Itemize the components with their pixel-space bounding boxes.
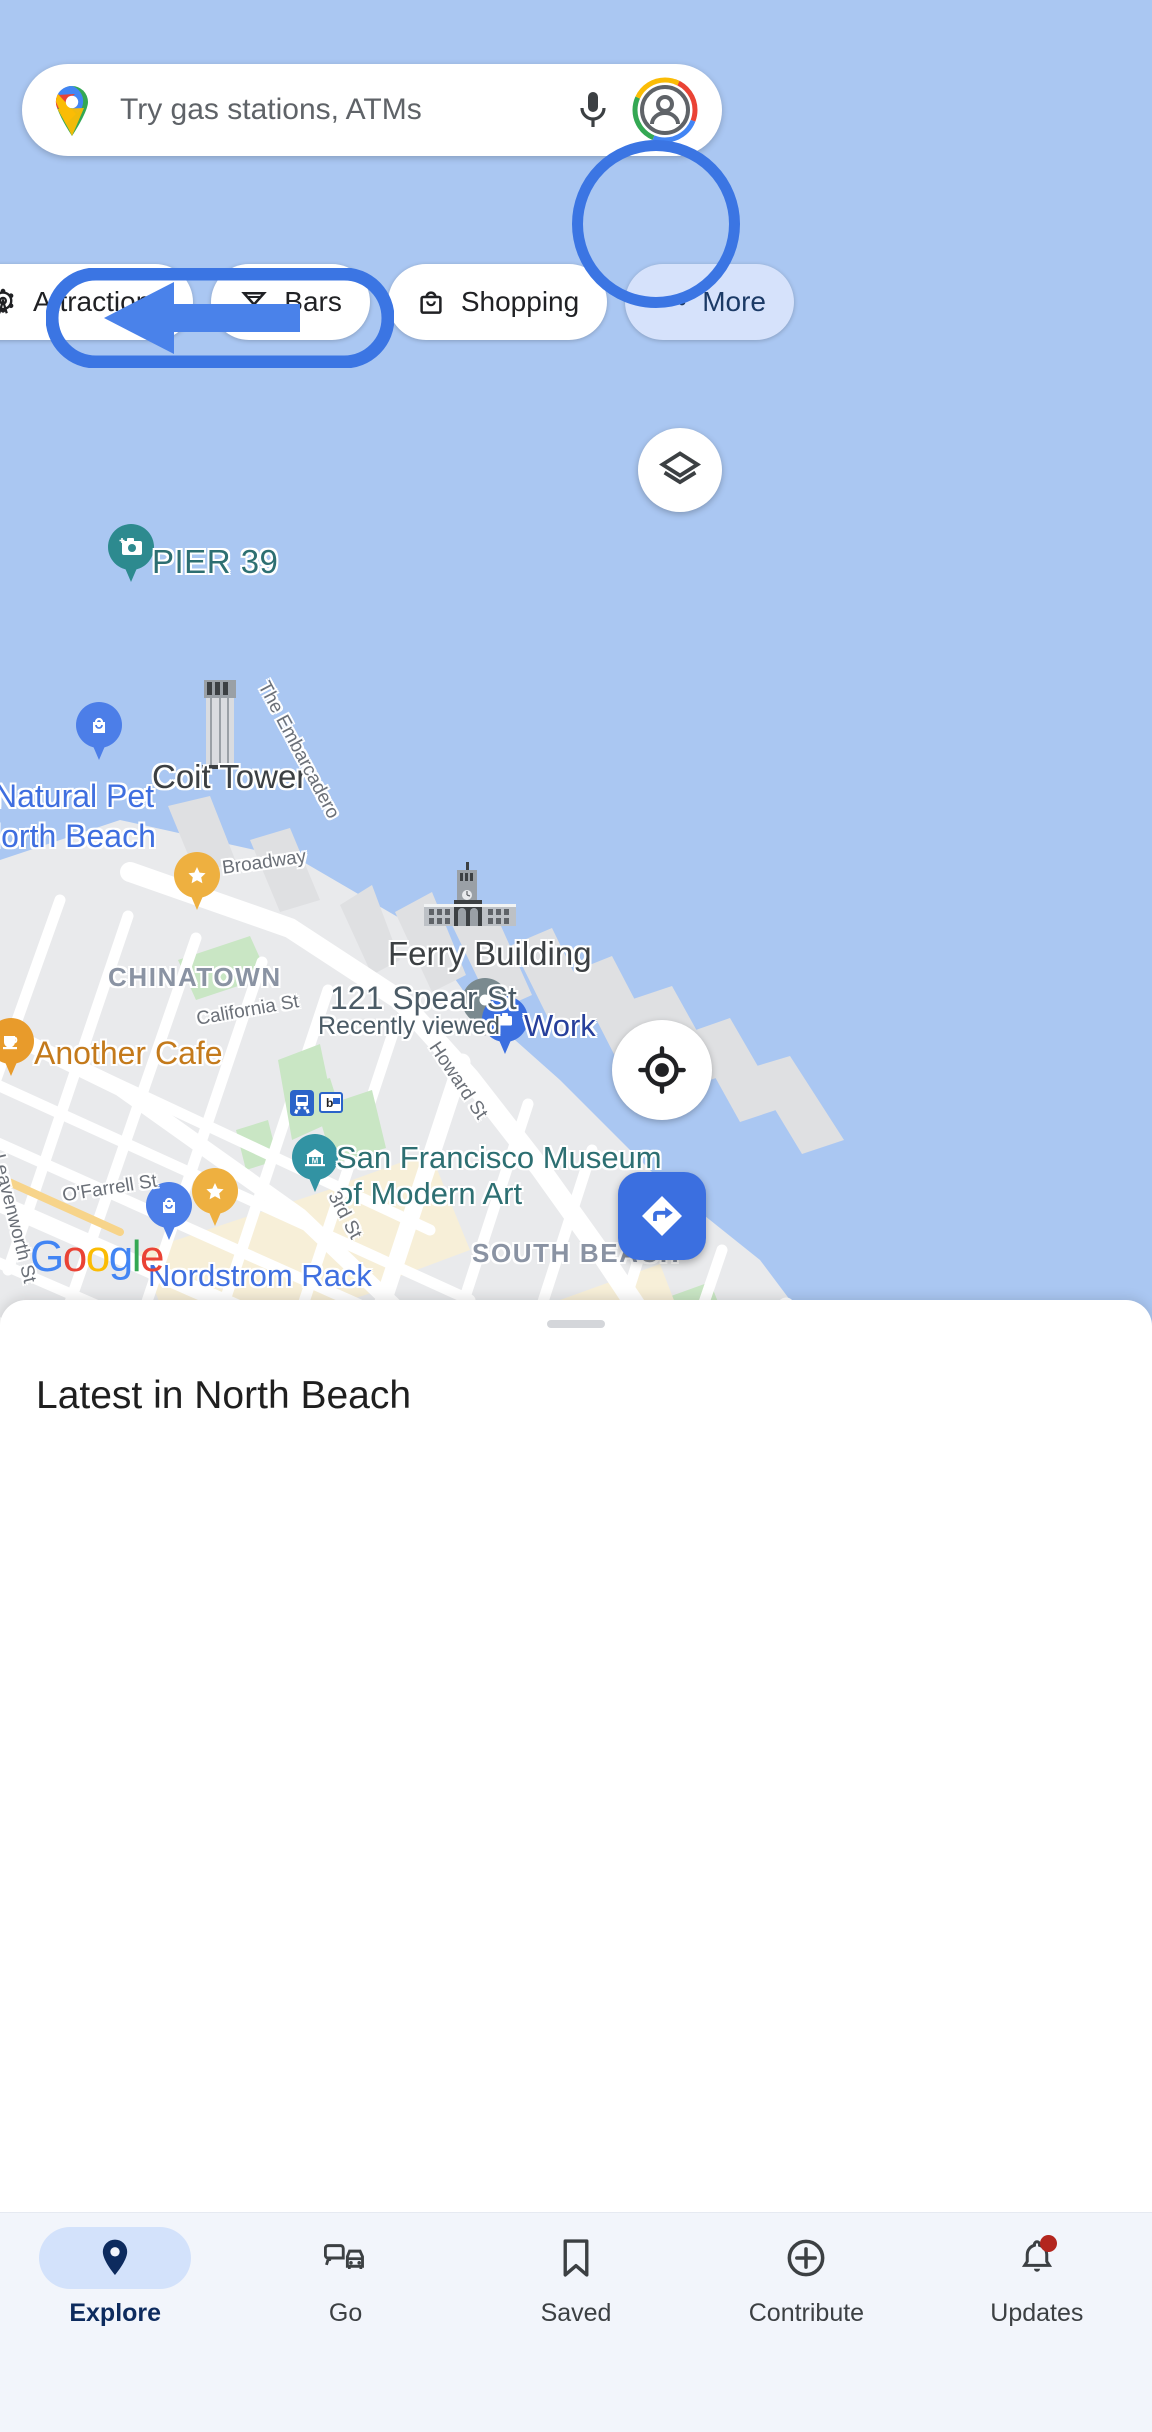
nav-item-contribute[interactable]: Contribute xyxy=(691,2213,921,2328)
plus-circle-icon xyxy=(788,2239,825,2277)
chip-more[interactable]: More xyxy=(625,264,794,340)
map-pin-starred-1[interactable] xyxy=(174,852,220,912)
map-pin-pier-39[interactable] xyxy=(108,524,154,584)
nav-label: Updates xyxy=(990,2299,1084,2327)
nav-icon-wrap xyxy=(270,2227,422,2289)
map-pin-work[interactable] xyxy=(482,996,528,1056)
category-chips-row[interactable]: Attractions Bars Shopping More xyxy=(0,264,794,340)
nav-icon-wrap xyxy=(730,2227,882,2289)
nav-item-explore[interactable]: Explore xyxy=(0,2213,230,2328)
ferris-wheel-icon xyxy=(0,288,14,314)
location-pin-icon xyxy=(103,2239,128,2275)
camera-pin-icon xyxy=(119,538,142,555)
microphone-icon xyxy=(580,92,606,127)
map-pin-starred-2[interactable] xyxy=(192,1168,238,1228)
star-pin-icon xyxy=(206,1183,224,1200)
mic-button[interactable] xyxy=(564,89,622,131)
svg-text:b: b xyxy=(326,1096,333,1110)
nav-item-saved[interactable]: Saved xyxy=(461,2213,691,2328)
map-pin-sfmoma[interactable]: M xyxy=(292,1134,338,1194)
map-pin-natural-pet[interactable] xyxy=(76,702,122,762)
directions-arrow-icon xyxy=(642,1196,682,1236)
my-location-icon xyxy=(638,1046,686,1094)
chip-bars[interactable]: Bars xyxy=(211,264,370,340)
transit-station-icons[interactable]: b xyxy=(290,1090,348,1121)
nav-label: Contribute xyxy=(748,2299,865,2327)
commute-icon xyxy=(323,2244,364,2269)
search-input[interactable]: Try gas stations, ATMs xyxy=(120,93,564,127)
sheet-drag-handle[interactable] xyxy=(547,1320,605,1328)
sheet-title: Latest in North Beach xyxy=(36,1374,412,1417)
chip-label: Bars xyxy=(284,286,342,317)
nav-item-updates[interactable]: Updates xyxy=(922,2213,1152,2328)
shopping-bag-icon xyxy=(420,291,442,314)
bottom-navigation-bar[interactable]: Explore Go Saved Contribute Updates xyxy=(0,2212,1152,2432)
nav-label: Explore xyxy=(69,2299,162,2327)
chip-label: Shopping xyxy=(460,286,580,317)
briefcase-pin-icon xyxy=(498,1013,512,1026)
shopping-bag-pin-icon xyxy=(93,717,105,733)
shopping-bag-pin-icon xyxy=(163,1197,175,1213)
nav-label: Go xyxy=(328,2299,363,2327)
my-location-button[interactable] xyxy=(612,1020,712,1120)
search-bar[interactable]: Try gas stations, ATMs xyxy=(22,64,722,156)
nav-label: Saved xyxy=(540,2299,612,2327)
star-pin-icon xyxy=(188,867,206,884)
chip-label: Attractions xyxy=(33,286,166,317)
bookmark-icon xyxy=(563,2239,589,2277)
account-avatar-icon xyxy=(632,77,698,143)
coffee-cup-pin-icon xyxy=(3,1036,18,1050)
google-logo: Google xyxy=(30,1232,164,1281)
ferry-building-3d-icon xyxy=(424,862,516,926)
map-pin-another-cafe[interactable] xyxy=(0,1018,34,1078)
nav-icon-wrap xyxy=(500,2227,652,2289)
directions-button[interactable] xyxy=(618,1172,706,1260)
google-maps-pin-icon xyxy=(55,85,88,136)
chip-attractions[interactable]: Attractions xyxy=(0,264,194,340)
chip-label: More xyxy=(702,286,766,317)
map-layers-button[interactable] xyxy=(638,428,722,512)
updates-notification-badge xyxy=(1039,2235,1057,2252)
coit-tower-3d-icon xyxy=(202,680,238,769)
layers-icon xyxy=(658,451,702,485)
three-dots-icon xyxy=(654,298,686,306)
account-avatar-button[interactable] xyxy=(630,77,700,143)
nav-item-go[interactable]: Go xyxy=(230,2213,460,2328)
museum-pin-icon: M xyxy=(305,1149,325,1167)
nav-icon-wrap xyxy=(39,2227,192,2289)
chip-shopping[interactable]: Shopping xyxy=(387,264,608,340)
nav-icon-wrap xyxy=(961,2227,1113,2289)
cocktail-glass-icon xyxy=(241,292,268,314)
